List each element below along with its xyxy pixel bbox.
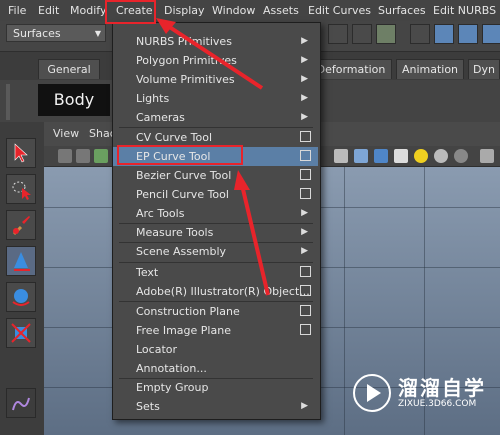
watermark: 溜溜自学 ZIXUE.3D66.COM <box>352 370 492 416</box>
arrow-to-create-menu-icon <box>156 18 264 90</box>
arrow-to-ep-curve-icon <box>234 170 270 296</box>
watermark-title: 溜溜自学 <box>398 376 486 400</box>
play-logo-icon <box>353 374 391 412</box>
watermark-url: ZIXUE.3D66.COM <box>398 399 477 409</box>
